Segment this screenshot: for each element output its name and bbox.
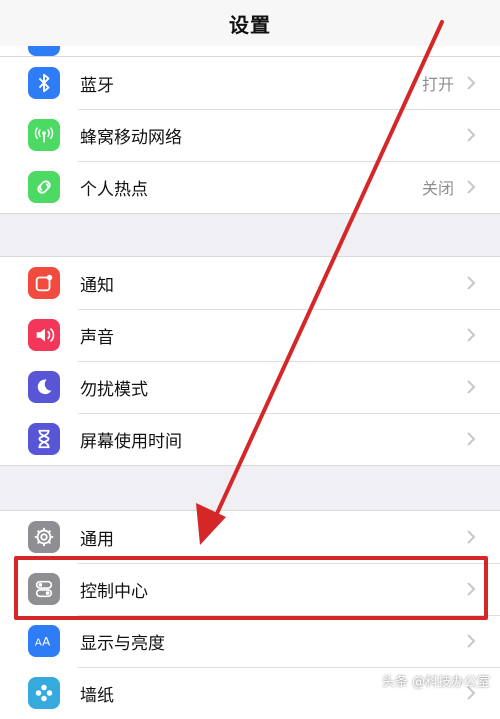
gear-icon [28, 521, 60, 553]
row-label: 控制中心 [80, 581, 148, 602]
row-general[interactable]: 通用 [0, 511, 500, 563]
chevron-right-icon [466, 529, 476, 545]
hotspot-link-icon [28, 171, 60, 203]
row-hotspot[interactable]: 个人热点 关闭 [0, 161, 500, 213]
watermark-text: 头条 @科技办公室 [381, 675, 490, 690]
chevron-right-icon [466, 633, 476, 649]
speaker-icon [28, 319, 60, 351]
row-control-center[interactable]: 控制中心 [0, 563, 500, 615]
row-label: 个人热点 [80, 179, 148, 200]
partial-icon [28, 46, 60, 56]
row-label: 通用 [80, 529, 114, 550]
chevron-right-icon [466, 275, 476, 291]
bluetooth-icon [28, 67, 60, 99]
svg-text:A: A [35, 638, 42, 649]
chevron-right-icon [466, 379, 476, 395]
cellular-antenna-icon [28, 119, 60, 151]
navigation-bar: 设置 [0, 0, 500, 47]
hourglass-icon [28, 423, 60, 455]
row-label: 蜂窝移动网络 [80, 127, 182, 148]
chevron-right-icon [466, 327, 476, 343]
chevron-right-icon [466, 431, 476, 447]
row-sounds[interactable]: 声音 [0, 309, 500, 361]
row-value: 打开 [421, 75, 454, 94]
chevron-right-icon [466, 127, 476, 143]
row-label: 勿扰模式 [80, 379, 148, 400]
row-bluetooth[interactable]: 蓝牙 打开 [0, 57, 500, 109]
settings-group-connectivity: 蓝牙 打开 蜂窝移动网络 个人热点 关闭 [0, 56, 500, 214]
row-label: 声音 [80, 327, 114, 348]
row-value: 关闭 [421, 179, 454, 198]
row-screen-time[interactable]: 屏幕使用时间 [0, 413, 500, 465]
toggle-switches-icon [28, 573, 60, 605]
row-label: 显示与亮度 [80, 633, 165, 654]
row-cellular[interactable]: 蜂窝移动网络 [0, 109, 500, 161]
notification-badge-icon [28, 267, 60, 299]
flower-icon [28, 677, 60, 709]
partial-row-top[interactable] [0, 46, 500, 56]
row-do-not-disturb[interactable]: 勿扰模式 [0, 361, 500, 413]
row-label: 屏幕使用时间 [80, 431, 182, 452]
text-size-aa-icon: AA [28, 625, 60, 657]
row-label: 蓝牙 [80, 75, 114, 96]
row-notifications[interactable]: 通知 [0, 257, 500, 309]
svg-text:A: A [42, 635, 51, 649]
row-label: 通知 [80, 275, 114, 296]
chevron-right-icon [466, 581, 476, 597]
moon-icon [28, 371, 60, 403]
chevron-right-icon [466, 179, 476, 195]
page-title: 设置 [229, 12, 271, 37]
settings-group-notifications: 通知 声音 勿扰模式 屏幕使用时间 [0, 256, 500, 466]
chevron-right-icon [466, 75, 476, 91]
row-display-brightness[interactable]: AA 显示与亮度 [0, 615, 500, 667]
